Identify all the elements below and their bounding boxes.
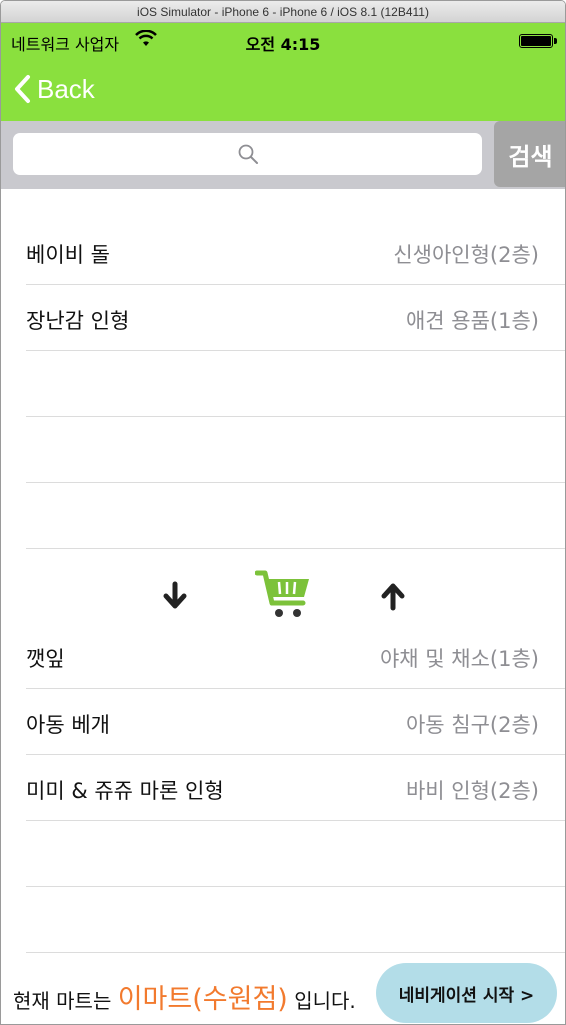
store-prefix: 현재 마트는 [13,989,112,1013]
bottom-list: 깻잎 야채 및 채소(1층) 아동 베개 아동 침구(2층) 미미 & 쥬쥬 마… [1,623,565,953]
navigation-bar: Back [1,59,565,121]
store-suffix: 입니다. [294,989,356,1013]
status-time: 오전 4:15 [245,35,321,54]
battery-icon [519,34,557,48]
list-item[interactable]: 아동 베개 아동 침구(2층) [26,689,565,755]
status-bar: 네트워크 사업자 오전 4:15 [1,23,565,59]
search-icon [238,144,258,164]
list-item[interactable] [26,821,565,887]
back-chevron-icon [15,75,30,103]
item-name: 아동 베개 [26,713,110,737]
window-title: iOS Simulator - iPhone 6 - iPhone 6 / iO… [1,1,565,23]
list-controls [1,561,565,631]
list-item[interactable]: 장난감 인형 애견 용품(1층) [26,285,565,351]
item-location: 야채 및 채소(1층) [379,647,539,671]
back-button[interactable]: Back [13,71,95,107]
arrow-up-icon[interactable] [379,581,407,611]
item-location: 애견 용품(1층) [405,309,539,333]
item-location: 아동 침구(2층) [405,713,539,737]
list-item[interactable] [26,887,565,953]
cart-icon[interactable] [255,569,313,621]
item-name: 베이비 돌 [26,243,110,267]
list-item[interactable] [26,483,565,549]
list-item[interactable] [26,417,565,483]
arrow-down-icon[interactable] [161,581,189,611]
item-location: 신생아인형(2층) [393,243,539,267]
list-item[interactable]: 미미 & 쥬쥬 마론 인형 바비 인형(2층) [26,755,565,821]
item-name: 미미 & 쥬쥬 마론 인형 [26,779,224,803]
back-label: Back [37,73,95,104]
item-name: 장난감 인형 [26,309,130,333]
search-button[interactable]: 검색 [494,121,565,187]
store-name: 이마트(수원점) [117,984,288,1015]
footer: 현재 마트는 이마트(수원점) 입니다. 네비게이션 시작 > [1,953,565,1024]
item-location: 바비 인형(2층) [405,779,539,803]
search-bar: 검색 [1,121,565,189]
current-store-text: 현재 마트는 이마트(수원점) 입니다. [13,977,356,1016]
item-name: 깻잎 [26,647,65,671]
top-list: 베이비 돌 신생아인형(2층) 장난감 인형 애견 용품(1층) [1,219,565,549]
start-navigation-button[interactable]: 네비게이션 시작 > [376,963,557,1023]
list-item[interactable]: 깻잎 야채 및 채소(1층) [26,623,565,689]
list-item[interactable] [26,351,565,417]
list-item[interactable]: 베이비 돌 신생아인형(2층) [26,219,565,285]
search-input[interactable] [13,133,482,175]
simulator-window: iOS Simulator - iPhone 6 - iPhone 6 / iO… [0,0,566,1025]
